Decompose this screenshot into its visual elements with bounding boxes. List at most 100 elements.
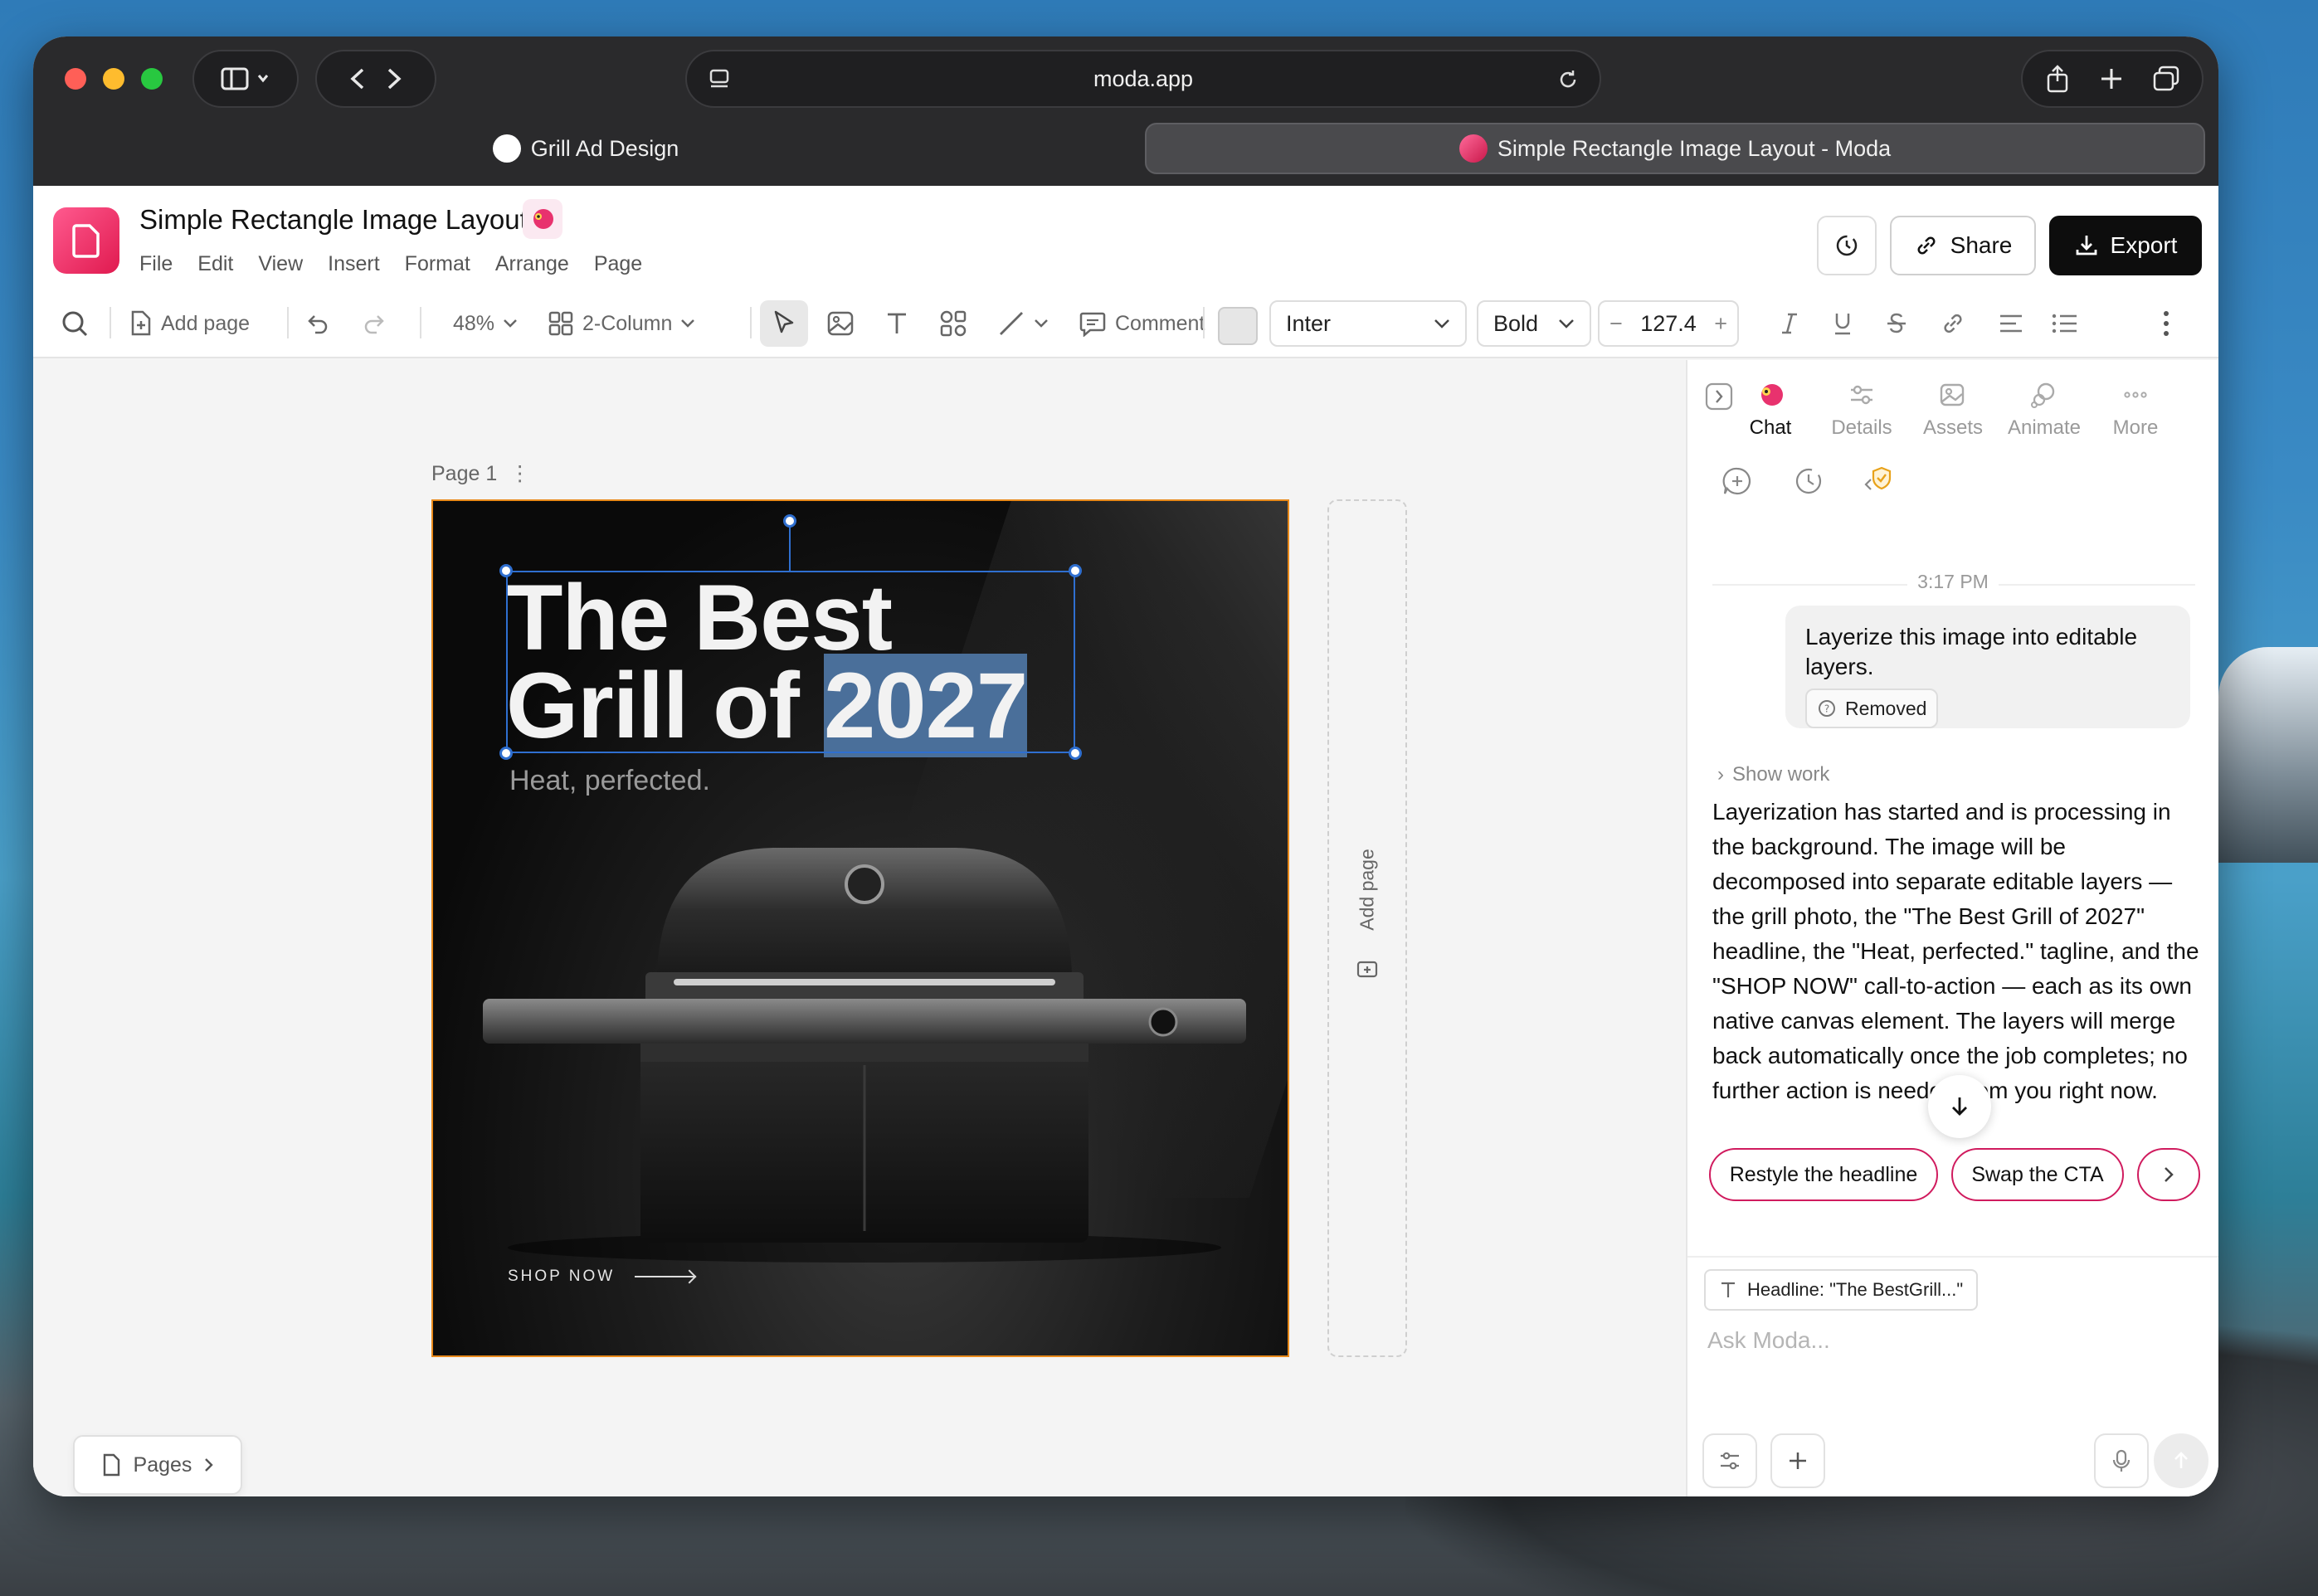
resize-handle-top-left[interactable]	[499, 564, 513, 577]
font-family-select[interactable]: Inter	[1269, 300, 1467, 347]
menu-arrange[interactable]: Arrange	[495, 252, 569, 276]
history-icon	[1836, 235, 1858, 256]
moda-logo[interactable]	[53, 207, 119, 274]
resize-handle-top-right[interactable]	[1069, 564, 1082, 577]
composer-settings-button[interactable]	[1702, 1433, 1757, 1488]
tab-overview-icon[interactable]	[2152, 65, 2180, 93]
browser-window: moda.app Grill Ad Design Simple Rectangl…	[33, 36, 2218, 1496]
menu-file[interactable]: File	[139, 252, 173, 276]
add-page-icon	[131, 310, 151, 336]
reload-icon[interactable]	[1556, 68, 1580, 91]
tab-assets[interactable]: Assets	[1920, 380, 1986, 440]
code-shield-icon[interactable]	[1863, 465, 1897, 498]
add-page-column[interactable]: Add page	[1327, 499, 1407, 1357]
collapse-panel-icon[interactable]	[1704, 382, 1734, 411]
menu-insert[interactable]: Insert	[328, 252, 380, 276]
comment-button[interactable]: Comment	[1079, 300, 1205, 347]
back-icon[interactable]	[343, 66, 376, 91]
shop-now-cta[interactable]: SHOP NOW	[508, 1268, 695, 1286]
page-options-icon[interactable]: ⋮	[509, 462, 530, 485]
user-message-bubble: Layerize this image into editable layers…	[1785, 606, 2190, 728]
more-dots-icon	[2124, 392, 2147, 398]
suggestion-swap-cta[interactable]: Swap the CTA	[1951, 1148, 2124, 1201]
font-size-value[interactable]: 127.4	[1640, 311, 1697, 337]
add-page-button[interactable]: Add page	[128, 300, 250, 347]
context-chip-headline[interactable]: Headline: "The BestGrill..."	[1704, 1269, 1979, 1311]
strikethrough-button[interactable]	[1885, 300, 1908, 347]
shapes-tool[interactable]	[939, 300, 967, 347]
text-tool[interactable]	[884, 300, 909, 347]
menu-page[interactable]: Page	[594, 252, 642, 276]
link-button[interactable]	[1940, 300, 1966, 347]
page-menu-icon[interactable]	[709, 68, 732, 91]
export-button[interactable]: Export	[2049, 216, 2202, 275]
menu-edit[interactable]: Edit	[197, 252, 233, 276]
forward-icon[interactable]	[376, 66, 409, 91]
list-button[interactable]	[2051, 300, 2079, 347]
decrease-size-button[interactable]: −	[1609, 311, 1623, 337]
ask-moda-input[interactable]	[1707, 1327, 2189, 1354]
font-weight-select[interactable]: Bold	[1477, 300, 1591, 347]
more-options-button[interactable]	[2162, 300, 2170, 347]
sidebar-toggle-button[interactable]	[192, 50, 299, 108]
removed-attachment-chip[interactable]: ? Removed	[1805, 689, 1939, 728]
page-icon	[103, 1453, 119, 1477]
chevron-right-icon	[2165, 1167, 2174, 1182]
chevron-down-icon	[1035, 319, 1048, 328]
version-history-button[interactable]	[1817, 216, 1877, 275]
grill-photo[interactable]	[483, 833, 1246, 1264]
tab-more[interactable]: More	[2102, 380, 2169, 440]
document-title[interactable]: Simple Rectangle Image Layout	[139, 204, 528, 236]
minimize-window-button[interactable]	[103, 68, 124, 90]
suggestion-restyle-headline[interactable]: Restyle the headline	[1709, 1148, 1938, 1201]
zoom-dropdown[interactable]: 48%	[453, 300, 518, 347]
underline-button[interactable]	[1832, 300, 1853, 347]
suggestions-next-button[interactable]	[2137, 1148, 2200, 1201]
artboard-page-1[interactable]: The Best Grill of 2027 Heat, perfected. …	[431, 499, 1289, 1357]
share-sheet-icon[interactable]	[2044, 65, 2071, 93]
image-icon	[827, 311, 854, 336]
rotation-handle[interactable]	[783, 514, 796, 528]
new-tab-icon[interactable]	[2099, 66, 2124, 91]
zoom-window-button[interactable]	[141, 68, 163, 90]
show-work-toggle[interactable]: › Show work	[1717, 763, 1829, 786]
resize-handle-bottom-left[interactable]	[499, 747, 513, 760]
search-tool[interactable]	[60, 300, 90, 347]
send-button[interactable]	[2154, 1433, 2208, 1488]
new-chat-icon[interactable]	[1721, 465, 1754, 498]
scroll-to-bottom-button[interactable]	[1928, 1075, 1991, 1138]
pages-button[interactable]: Pages	[73, 1435, 242, 1495]
image-tool[interactable]	[826, 300, 855, 347]
align-button[interactable]	[1998, 300, 2024, 347]
close-window-button[interactable]	[65, 68, 86, 90]
share-button[interactable]: Share	[1890, 216, 2036, 275]
fill-color-swatch[interactable]	[1218, 307, 1258, 345]
menu-view[interactable]: View	[258, 252, 303, 276]
undo-button[interactable]	[304, 300, 330, 347]
comment-label: Comment	[1115, 311, 1205, 335]
address-bar[interactable]: moda.app	[685, 50, 1601, 108]
select-tool[interactable]	[760, 300, 808, 347]
font-size-stepper[interactable]: − 127.4 +	[1598, 300, 1739, 347]
tab-label: Simple Rectangle Image Layout - Moda	[1497, 135, 1892, 161]
menu-format[interactable]: Format	[405, 252, 470, 276]
attach-button[interactable]	[1770, 1433, 1825, 1488]
tab-moda-layout[interactable]: Simple Rectangle Image Layout - Moda	[1145, 123, 2205, 174]
italic-icon	[1782, 313, 1797, 334]
chameleon-icon[interactable]	[523, 199, 562, 239]
increase-size-button[interactable]: +	[1714, 311, 1727, 337]
tab-animate[interactable]: Animate	[2008, 380, 2081, 440]
resize-handle-bottom-right[interactable]	[1069, 747, 1082, 760]
tab-chat[interactable]: Chat	[1737, 380, 1804, 440]
layout-dropdown[interactable]: 2-Column	[548, 300, 695, 347]
tagline-text[interactable]: Heat, perfected.	[509, 765, 710, 797]
page-label[interactable]: Page 1 ⋮	[431, 461, 530, 486]
canvas-area[interactable]: Page 1 ⋮ The Best Grill of 2027 Heat, pe…	[33, 360, 1684, 1496]
redo-button[interactable]	[362, 300, 388, 347]
tab-details[interactable]: Details	[1829, 380, 1895, 440]
chat-history-icon[interactable]	[1792, 465, 1825, 498]
microphone-button[interactable]	[2094, 1433, 2149, 1488]
line-tool[interactable]	[997, 300, 1049, 347]
tab-grill-ad-design[interactable]: Grill Ad Design	[46, 123, 1125, 174]
italic-button[interactable]	[1779, 300, 1800, 347]
